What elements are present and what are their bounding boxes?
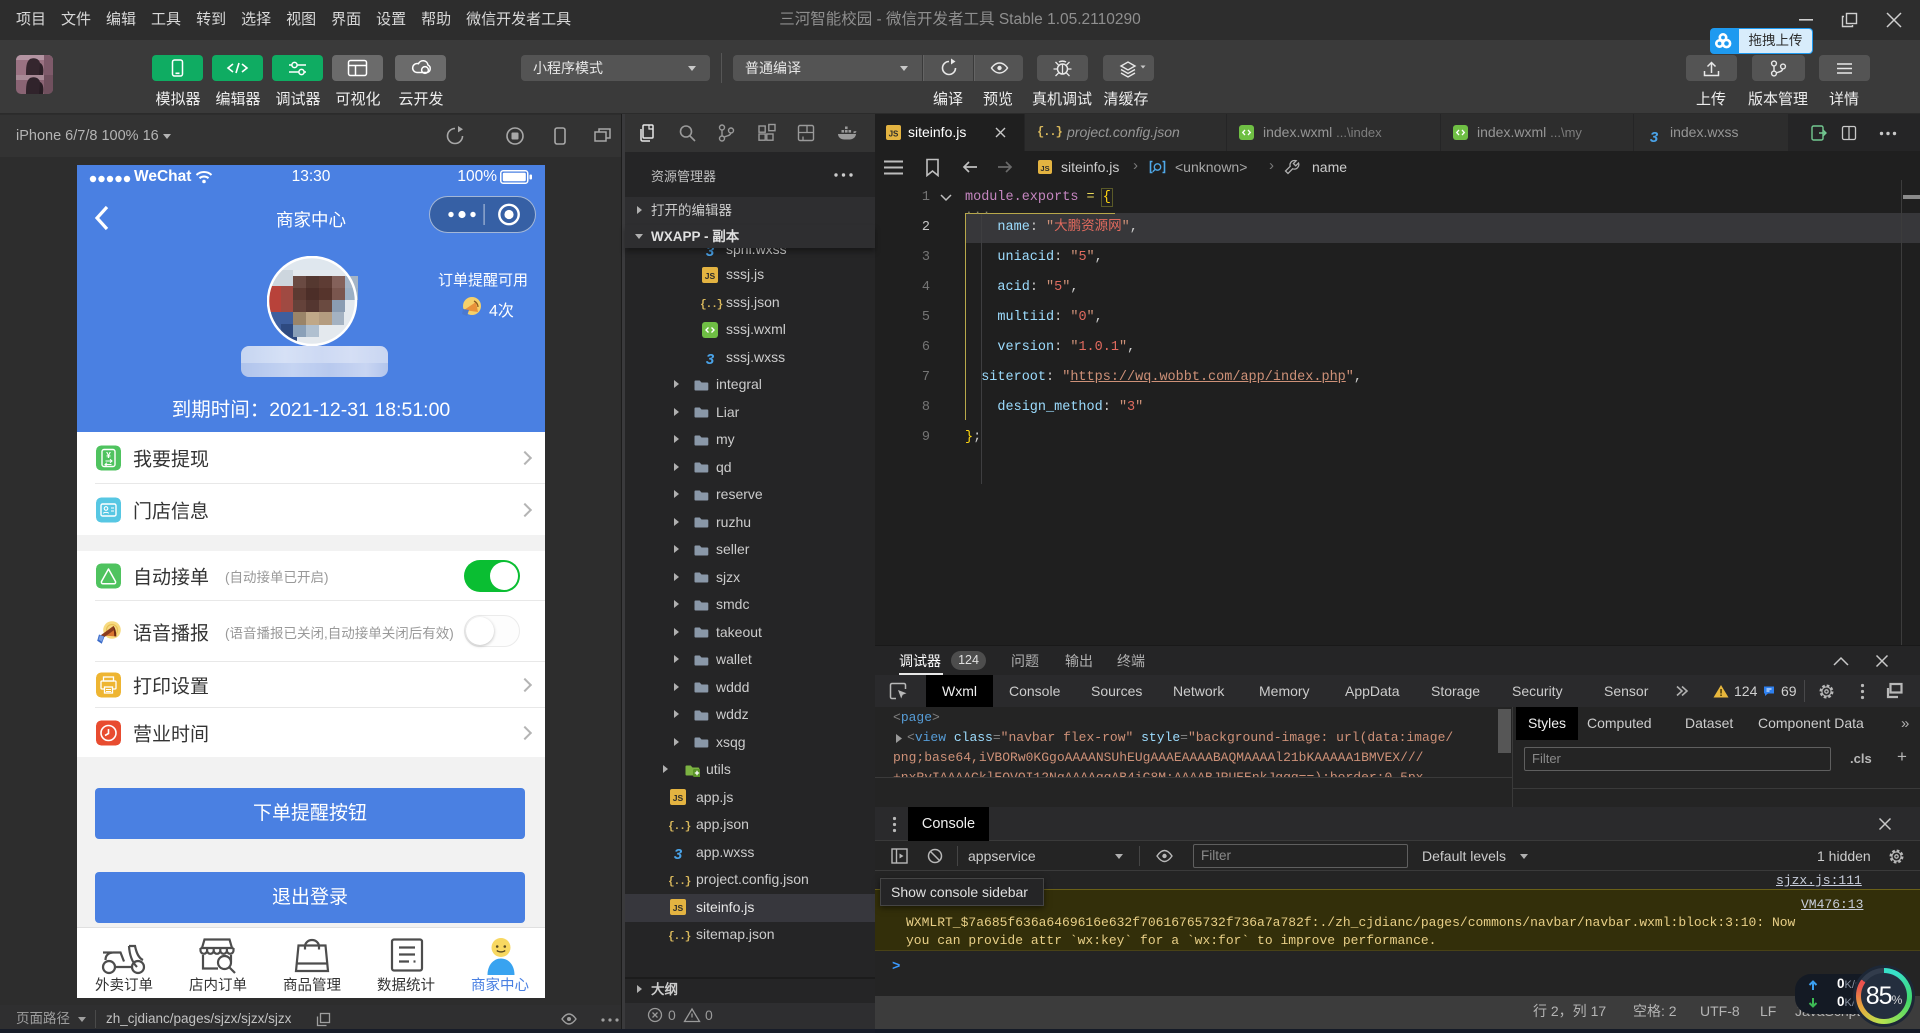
svg-text:JS: JS [673,903,684,913]
svg-text:JS: JS [705,271,716,281]
svg-text:JS: JS [889,130,899,139]
svg-text:JS: JS [673,793,684,803]
svg-text:¥: ¥ [106,450,111,460]
svg-text:JS: JS [1040,164,1049,173]
